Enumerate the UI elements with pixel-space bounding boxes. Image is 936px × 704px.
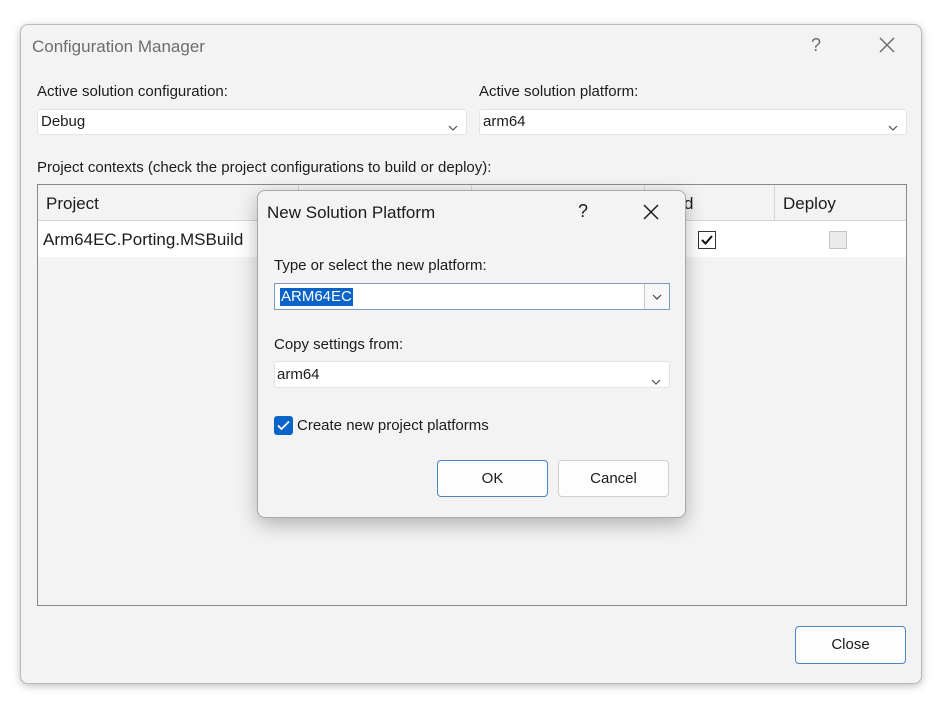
project-contexts-label: Project contexts (check the project conf… (37, 159, 492, 176)
active-config-value: Debug (41, 113, 86, 130)
ok-button[interactable]: OK (437, 460, 548, 497)
dialog-help-button[interactable]: ? (578, 201, 588, 222)
active-platform-label: Active solution platform: (479, 83, 639, 100)
active-config-label: Active solution configuration: (37, 83, 228, 100)
active-platform-value: arm64 (483, 113, 526, 130)
copy-settings-value: arm64 (277, 366, 320, 383)
active-config-combo[interactable]: Debug (37, 109, 467, 135)
checkmark-icon (701, 235, 713, 245)
dialog-title: New Solution Platform (267, 203, 436, 222)
help-button[interactable]: ? (811, 35, 821, 56)
platform-dropdown-button[interactable] (644, 284, 669, 309)
close-button[interactable]: Close (795, 626, 906, 664)
close-icon[interactable] (877, 35, 897, 55)
active-platform-combo[interactable]: arm64 (479, 109, 907, 135)
project-name: Arm64EC.Porting.MSBuild (43, 230, 244, 249)
chevron-down-icon (651, 370, 661, 385)
cancel-button[interactable]: Cancel (558, 460, 669, 497)
platform-input-value: ARM64EC (280, 288, 353, 306)
chevron-down-icon (888, 117, 898, 131)
column-header-deploy[interactable]: Deploy (783, 194, 836, 214)
column-header-project[interactable]: Project (46, 194, 99, 214)
copy-settings-combo[interactable]: arm64 (274, 361, 670, 388)
platform-input[interactable]: ARM64EC (274, 283, 670, 310)
create-platforms-checkbox[interactable] (274, 416, 293, 435)
column-separator (774, 185, 775, 220)
chevron-down-icon (448, 117, 458, 131)
chevron-down-icon (652, 294, 662, 300)
copy-settings-label: Copy settings from: (274, 336, 404, 353)
close-icon[interactable] (642, 203, 660, 221)
create-platforms-label[interactable]: Create new project platforms (297, 417, 489, 434)
build-checkbox[interactable] (698, 231, 716, 249)
window-title: Configuration Manager (32, 37, 205, 56)
platform-label: Type or select the new platform: (274, 257, 487, 274)
new-solution-platform-dialog: New Solution Platform ? Type or select t… (257, 190, 686, 518)
checkmark-icon (277, 420, 290, 431)
deploy-checkbox[interactable] (829, 231, 847, 249)
